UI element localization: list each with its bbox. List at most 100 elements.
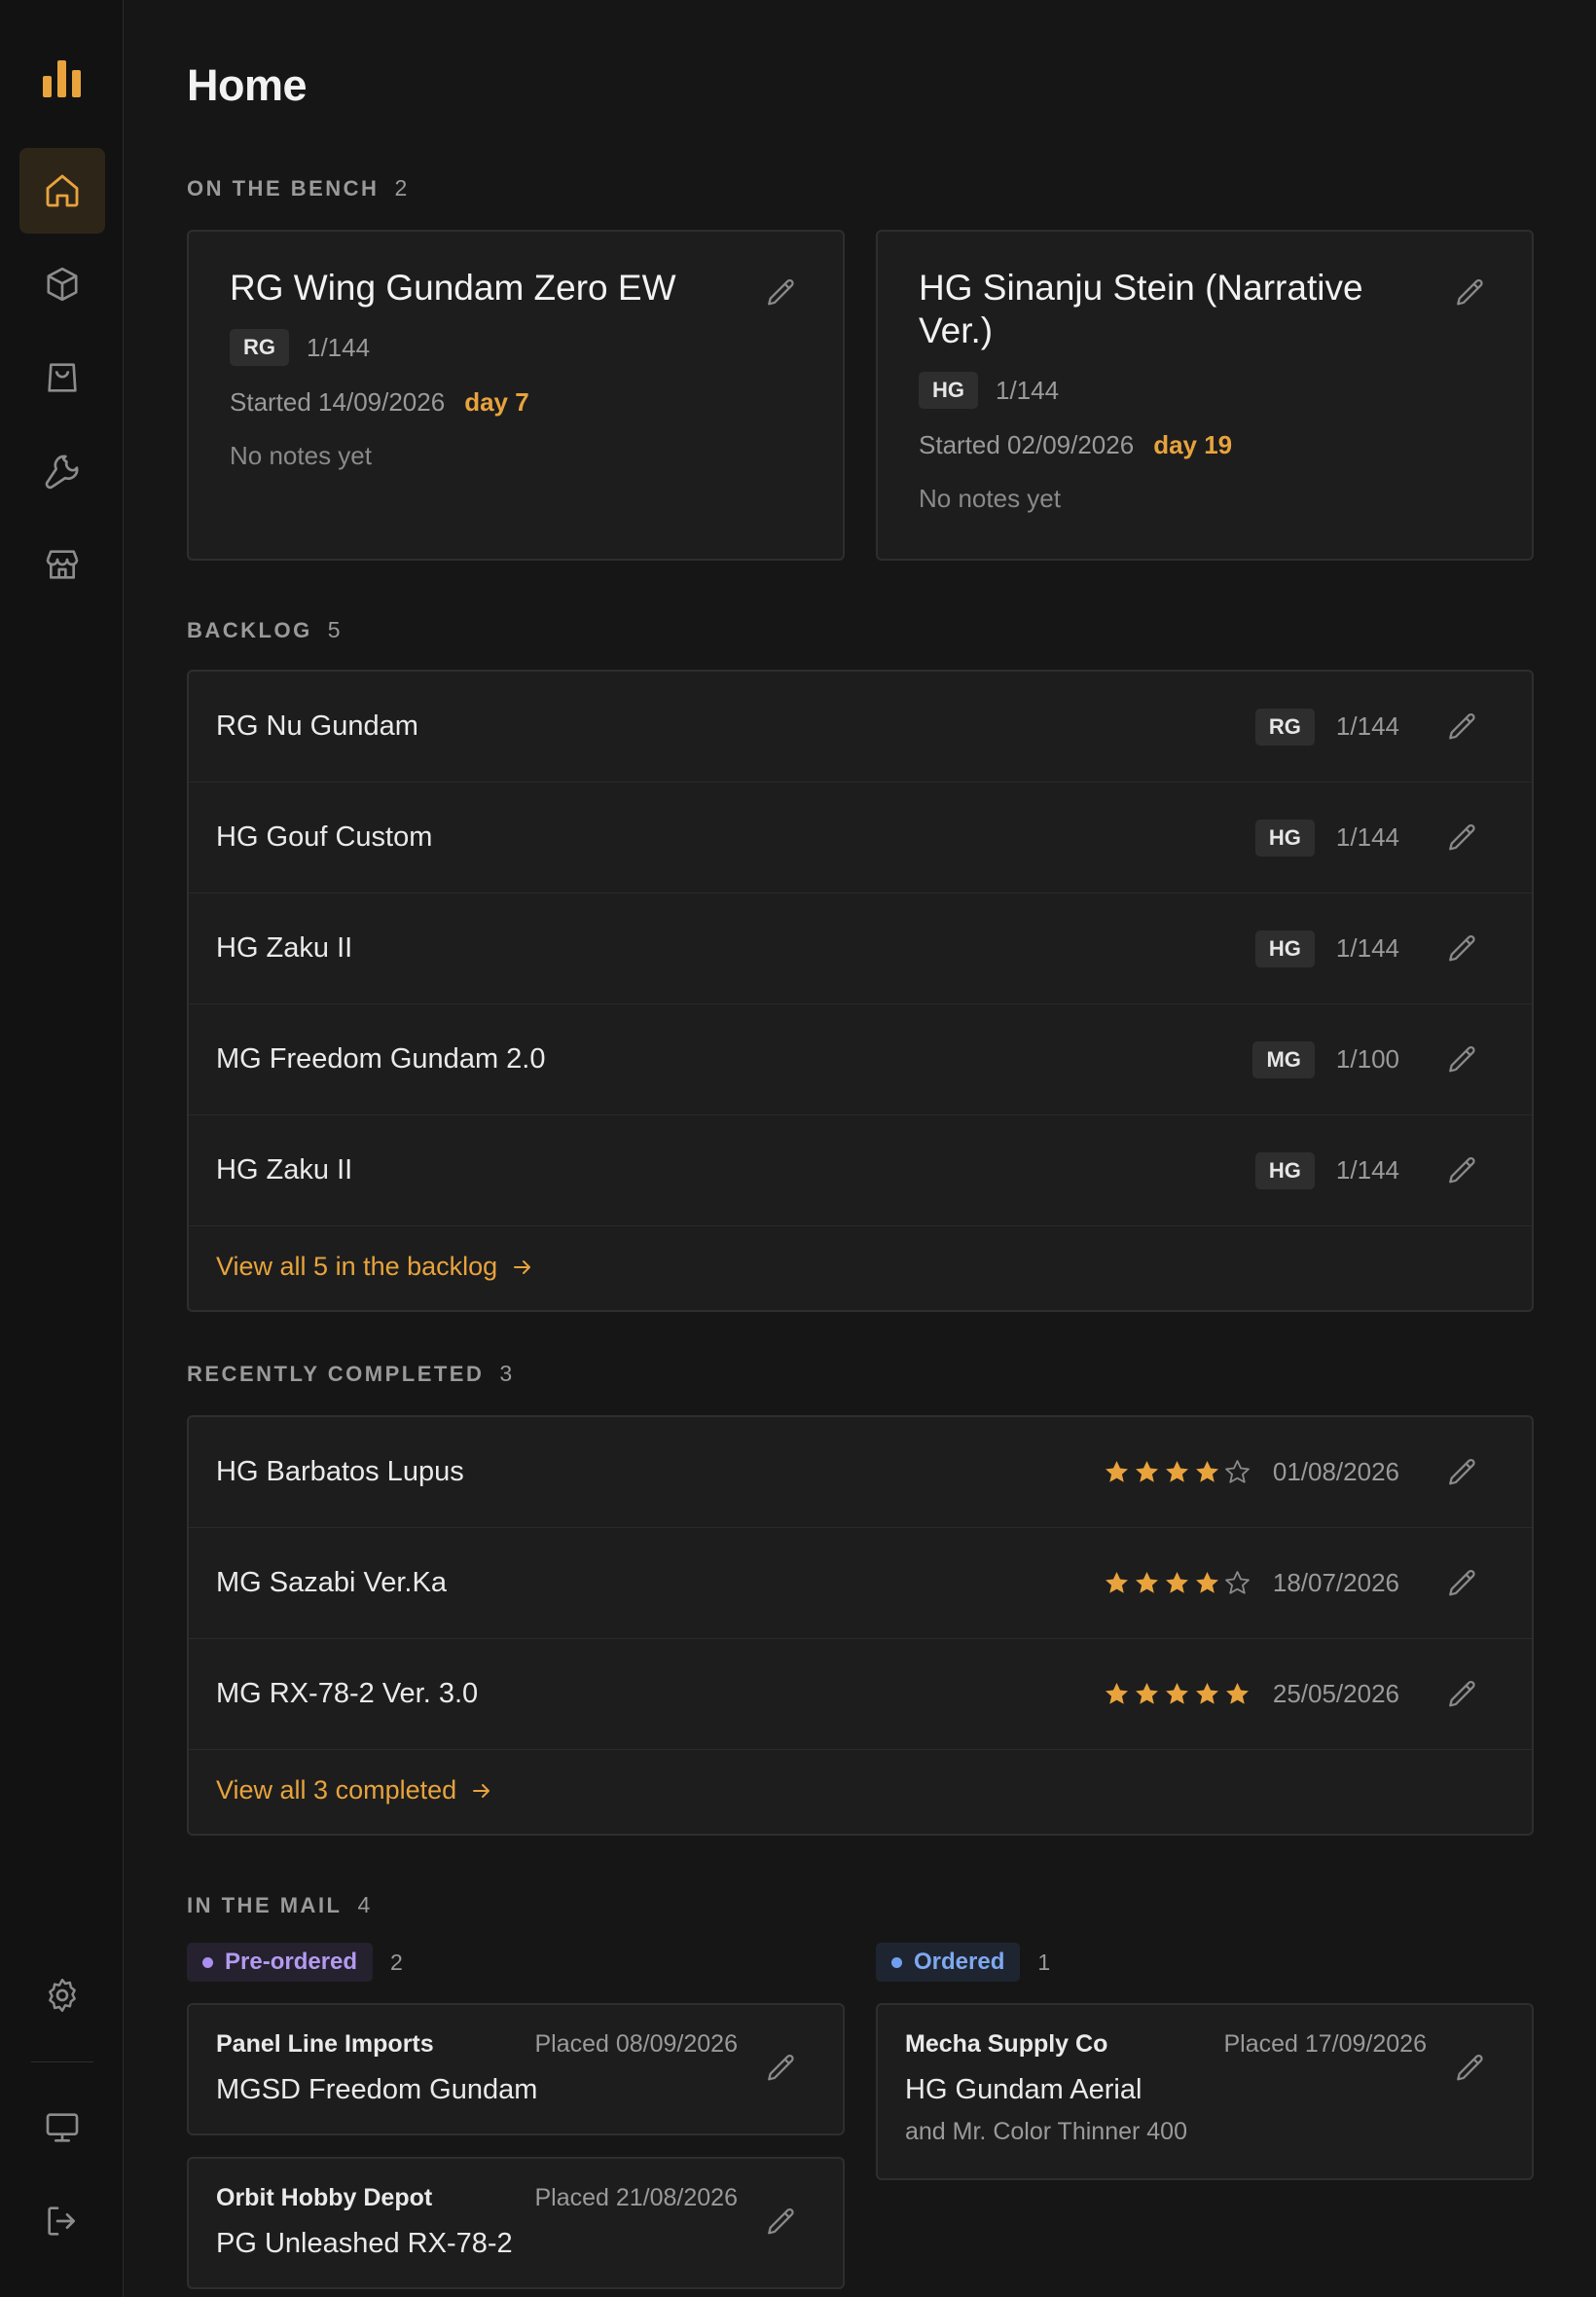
started-date: Started 02/09/2026 xyxy=(919,430,1135,459)
section-title: BACKLOG xyxy=(187,618,312,642)
status-dot xyxy=(202,1956,213,1968)
view-all-backlog-link[interactable]: View all 5 in the backlog xyxy=(216,1252,534,1282)
edit-button[interactable] xyxy=(1454,276,1487,310)
backlog-row[interactable]: HG Zaku II HG 1/144 xyxy=(189,893,1532,1004)
star-filled-icon xyxy=(1193,1680,1221,1708)
grade-badge: HG xyxy=(1254,819,1315,857)
wrench-icon xyxy=(45,455,79,490)
completed-date: 18/07/2026 xyxy=(1272,1568,1399,1597)
edit-button[interactable] xyxy=(1446,1456,1479,1489)
sidebar-item-home[interactable] xyxy=(19,148,105,234)
placed-date: Placed 08/09/2026 xyxy=(534,2030,738,2058)
kit-name: MG RX-78-2 Ver. 3.0 xyxy=(216,1678,479,1709)
sidebar-item-orders[interactable] xyxy=(19,335,105,420)
section-title: RECENTLY COMPLETED xyxy=(187,1362,485,1386)
order-card[interactable]: Orbit Hobby Depot Placed 21/08/2026 PG U… xyxy=(187,2157,845,2289)
kit-scale: 1/144 xyxy=(996,375,1060,405)
kit-notes: No notes yet xyxy=(919,484,1061,513)
completed-row[interactable]: HG Barbatos Lupus 01/08/2026 xyxy=(189,1417,1532,1528)
edit-button[interactable] xyxy=(1454,2052,1487,2085)
star-filled-icon xyxy=(1193,1458,1221,1486)
section-title: ON THE BENCH xyxy=(187,176,380,201)
edit-button[interactable] xyxy=(765,2206,798,2239)
edit-button[interactable] xyxy=(1446,1154,1479,1187)
kit-name: HG Zaku II xyxy=(216,932,353,964)
star-filled-icon xyxy=(1163,1458,1191,1486)
logout-icon xyxy=(48,2206,75,2236)
star-filled-icon xyxy=(1163,1569,1191,1597)
kit-name: HG Sinanju Stein (Narrative Ver.) xyxy=(919,268,1363,350)
sidebar-divider xyxy=(31,2061,93,2062)
store-icon xyxy=(46,550,79,579)
sidebar-item-stores[interactable] xyxy=(19,522,105,607)
backlog-row[interactable]: HG Gouf Custom HG 1/144 xyxy=(189,783,1532,893)
star-empty-icon xyxy=(1223,1458,1251,1486)
link-label: View all 3 completed xyxy=(216,1775,457,1805)
backlog-row[interactable]: HG Zaku II HG 1/144 xyxy=(189,1115,1532,1226)
edit-button[interactable] xyxy=(1446,932,1479,966)
pencil-icon xyxy=(765,2206,798,2239)
order-item: PG Unleashed RX-78-2 xyxy=(216,2228,513,2259)
arrow-right-icon xyxy=(511,1256,534,1279)
backlog-list: RG Nu Gundam RG 1/144 HG Gouf Custom HG 1/… xyxy=(187,670,1534,1312)
day-count: day 7 xyxy=(464,387,529,417)
sidebar xyxy=(0,0,124,2297)
pencil-icon xyxy=(1454,276,1487,310)
kit-notes: No notes yet xyxy=(230,441,372,470)
sidebar-item-tools[interactable] xyxy=(19,428,105,514)
edit-button[interactable] xyxy=(765,2052,798,2085)
sidebar-item-display[interactable] xyxy=(19,2085,105,2170)
grade-badge: MG xyxy=(1252,1040,1315,1078)
edit-button[interactable] xyxy=(1446,1678,1479,1711)
order-extra: and Mr. Color Thinner 400 xyxy=(905,2118,1187,2145)
kit-scale: 1/144 xyxy=(1335,1155,1399,1185)
monitor-icon xyxy=(46,2113,79,2142)
grade-badge: HG xyxy=(919,372,978,409)
kit-name: RG Nu Gundam xyxy=(216,711,418,742)
section-count: 5 xyxy=(327,617,341,642)
edit-button[interactable] xyxy=(1446,711,1479,744)
completed-date: 01/08/2026 xyxy=(1272,1457,1399,1486)
sidebar-item-kits[interactable] xyxy=(19,241,105,327)
placed-date: Placed 21/08/2026 xyxy=(534,2184,738,2211)
group-count: 2 xyxy=(390,1949,403,1975)
view-all-completed-link[interactable]: View all 3 completed xyxy=(216,1775,493,1805)
status-label: Ordered xyxy=(914,1949,1005,1975)
section-title: IN THE MAIL xyxy=(187,1893,343,1917)
preordered-group-header: Pre-ordered 2 xyxy=(187,1943,403,1982)
order-card[interactable]: Mecha Supply Co Placed 17/09/2026 HG Gun… xyxy=(876,2003,1534,2180)
edit-button[interactable] xyxy=(1446,1567,1479,1600)
grade-badge: RG xyxy=(230,329,289,366)
star-rating xyxy=(1103,1458,1251,1486)
section-count: 4 xyxy=(357,1892,371,1917)
group-count: 1 xyxy=(1037,1949,1051,1975)
store-name: Mecha Supply Co xyxy=(905,2030,1108,2058)
kit-scale: 1/144 xyxy=(1335,711,1399,741)
pencil-icon xyxy=(1446,1043,1479,1076)
edit-button[interactable] xyxy=(765,276,798,310)
sidebar-item-logout[interactable] xyxy=(19,2178,105,2264)
star-filled-icon xyxy=(1133,1569,1161,1597)
edit-button[interactable] xyxy=(1446,821,1479,855)
store-name: Orbit Hobby Depot xyxy=(216,2184,433,2211)
kit-name: HG Zaku II xyxy=(216,1154,353,1185)
order-card[interactable]: Panel Line Imports Placed 08/09/2026 MGS… xyxy=(187,2003,845,2135)
bench-card[interactable]: HG Sinanju Stein (Narrative Ver.) HG 1/1… xyxy=(876,230,1534,561)
status-badge-ordered: Ordered xyxy=(876,1943,1021,1982)
bar-chart-icon[interactable] xyxy=(39,55,86,101)
pencil-icon xyxy=(1446,1154,1479,1187)
started-date: Started 14/09/2026 xyxy=(230,387,446,417)
mail-section-header: IN THE MAIL 4 xyxy=(187,1892,370,1918)
backlog-row[interactable]: MG Freedom Gundam 2.0 MG 1/100 xyxy=(189,1004,1532,1115)
sidebar-item-settings[interactable] xyxy=(19,1952,105,2038)
completed-row[interactable]: MG Sazabi Ver.Ka 18/07/2026 xyxy=(189,1528,1532,1639)
bench-card[interactable]: RG Wing Gundam Zero EW RG 1/144 Started … xyxy=(187,230,845,561)
edit-button[interactable] xyxy=(1446,1043,1479,1076)
backlog-row[interactable]: RG Nu Gundam RG 1/144 xyxy=(189,672,1532,783)
kit-scale: 1/144 xyxy=(1335,822,1399,852)
section-count: 3 xyxy=(499,1361,513,1386)
completed-row[interactable]: MG RX-78-2 Ver. 3.0 25/05/2026 xyxy=(189,1639,1532,1750)
star-filled-icon xyxy=(1103,1569,1131,1597)
day-count: day 19 xyxy=(1153,430,1233,459)
link-label: View all 5 in the backlog xyxy=(216,1252,498,1281)
